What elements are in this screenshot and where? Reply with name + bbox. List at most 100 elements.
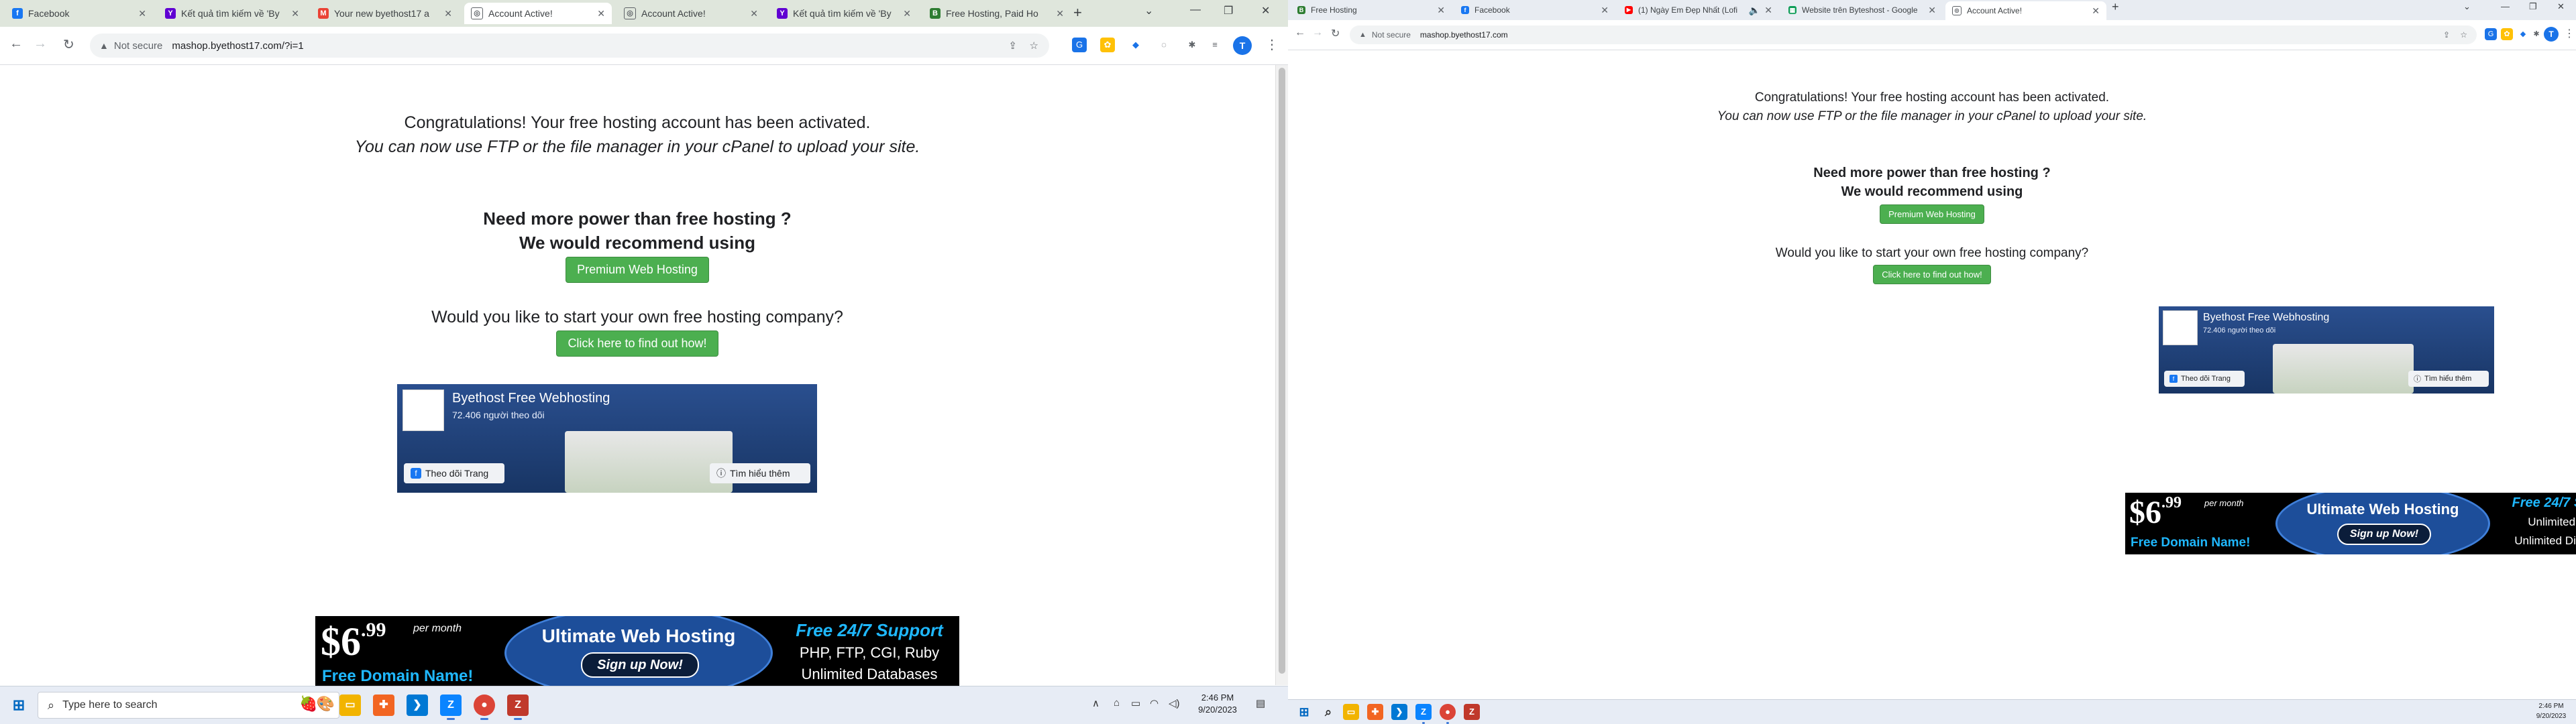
- url-text[interactable]: mashop.byethost17.com/?i=1: [172, 40, 303, 52]
- tab-youtube[interactable]: ▶ (1) Ngày Em Đẹp Nhất (Lofi 🔈 ✕: [1618, 1, 1779, 19]
- tab-facebook[interactable]: f Facebook ✕: [5, 3, 153, 24]
- search-icon[interactable]: ⌕: [1318, 701, 1339, 723]
- facebook-page-plugin[interactable]: Byethost Free Webhosting 72.406 người th…: [397, 384, 817, 493]
- close-icon[interactable]: ✕: [1437, 5, 1445, 16]
- close-icon[interactable]: ✕: [1764, 5, 1772, 16]
- tab-gmail[interactable]: M Your new byethost17 a ✕: [311, 3, 459, 24]
- not-secure-label[interactable]: Not secure: [114, 40, 163, 52]
- vscode-icon[interactable]: ❯: [1391, 704, 1407, 720]
- close-icon[interactable]: ✕: [2092, 5, 2100, 17]
- tray-battery-icon[interactable]: ▭: [1131, 697, 1140, 709]
- vscode-icon[interactable]: ❯: [407, 695, 428, 716]
- tab-search-icon[interactable]: ⌄: [1144, 4, 1153, 17]
- window-close-icon[interactable]: ✕: [2557, 1, 2565, 12]
- scrollbar-thumb[interactable]: [1279, 68, 1285, 674]
- tab-free-hosting[interactable]: B Free Hosting ✕: [1291, 1, 1452, 19]
- file-explorer-icon[interactable]: ▭: [1343, 704, 1359, 720]
- media-control-icon[interactable]: ≡: [1208, 38, 1222, 52]
- hosting-banner-ad[interactable]: $6.99 per month Free Domain Name! Ultima…: [315, 616, 959, 690]
- taskbar-search-box[interactable]: ⌕ Type here to search 🍓🎨: [38, 692, 339, 719]
- tab-account-active[interactable]: ◎ Account Active! ✕: [464, 3, 612, 24]
- filezilla-icon[interactable]: Z: [1464, 704, 1480, 720]
- minimize-icon[interactable]: —: [2501, 1, 2510, 11]
- extensions-puzzle-icon[interactable]: ✱: [1185, 38, 1199, 52]
- fb-page-title[interactable]: Byethost Free Webhosting: [2203, 312, 2329, 324]
- chrome-icon[interactable]: ●: [474, 695, 495, 720]
- forward-icon[interactable]: →: [1312, 27, 1323, 39]
- close-icon[interactable]: ✕: [291, 8, 299, 19]
- file-explorer-icon[interactable]: ▭: [339, 695, 361, 716]
- extension-icon[interactable]: ✿: [2501, 28, 2513, 40]
- facebook-page-plugin[interactable]: Byethost Free Webhosting 72.406 người th…: [2159, 306, 2494, 394]
- chrome-icon[interactable]: ●: [1440, 704, 1456, 724]
- ad-signup-button[interactable]: Sign up Now!: [581, 652, 699, 678]
- back-icon[interactable]: ←: [1295, 27, 1305, 39]
- close-icon[interactable]: ✕: [750, 8, 758, 19]
- new-tab-button[interactable]: +: [2112, 0, 2119, 14]
- windows-start-icon[interactable]: ⊞: [8, 695, 30, 716]
- search-highlight-icon[interactable]: 🍓🎨: [299, 695, 335, 713]
- forward-icon[interactable]: →: [34, 36, 47, 52]
- taskbar-clock[interactable]: 2:46 PM 9/20/2023: [2529, 701, 2573, 721]
- extension-icon[interactable]: ◆: [1128, 38, 1143, 52]
- windows-start-icon[interactable]: ⊞: [1293, 701, 1315, 723]
- extension-icon[interactable]: ◆: [2517, 28, 2529, 40]
- filezilla-icon[interactable]: Z: [507, 695, 529, 720]
- not-secure-label[interactable]: Not secure: [1372, 30, 1411, 40]
- profile-avatar[interactable]: T: [1233, 36, 1252, 55]
- close-icon[interactable]: ✕: [138, 8, 146, 19]
- fb-learn-more-button[interactable]: ⓘ Tìm hiểu thêm: [710, 463, 810, 483]
- tab-search-icon[interactable]: ⌄: [2463, 1, 2471, 12]
- tab-free-hosting[interactable]: B Free Hosting, Paid Ho ✕: [923, 3, 1071, 24]
- tray-wifi-icon[interactable]: ◠: [1150, 697, 1159, 709]
- fb-page-title[interactable]: Byethost Free Webhosting: [452, 391, 610, 406]
- find-out-button[interactable]: Click here to find out how!: [1873, 265, 1991, 284]
- reload-icon[interactable]: ↻: [63, 36, 74, 53]
- back-icon[interactable]: ←: [9, 36, 23, 52]
- app-orange-icon[interactable]: ✚: [373, 695, 394, 716]
- zalo-icon[interactable]: Z: [440, 695, 462, 720]
- close-icon[interactable]: ✕: [1928, 5, 1936, 16]
- url-text[interactable]: mashop.byethost17.com: [1420, 30, 1508, 40]
- tab-account-active[interactable]: ◎ Account Active! ✕: [1945, 1, 2106, 20]
- share-icon[interactable]: ⇪: [2443, 30, 2450, 40]
- warning-icon[interactable]: ▲: [99, 40, 109, 51]
- address-bar[interactable]: ▲ Not secure mashop.byethost17.com/?i=1 …: [90, 34, 1049, 58]
- window-close-icon[interactable]: ✕: [1261, 4, 1270, 17]
- tab-facebook[interactable]: f Facebook ✕: [1454, 1, 1615, 19]
- maximize-icon[interactable]: ❐: [1224, 4, 1233, 17]
- tab-yahoo-search-2[interactable]: Y Kết quả tìm kiếm về 'By ✕: [770, 3, 918, 24]
- close-icon[interactable]: ✕: [903, 8, 911, 19]
- maximize-icon[interactable]: ❐: [2529, 1, 2537, 12]
- menu-dots-icon[interactable]: ⋮: [1265, 36, 1279, 53]
- taskbar-clock[interactable]: 2:46 PM 9/20/2023: [1187, 692, 1248, 716]
- hosting-banner-ad[interactable]: $6.99 per month Free Domain Name! Ultima…: [2125, 493, 2576, 554]
- page-scrollbar[interactable]: [1275, 65, 1288, 685]
- speaker-icon[interactable]: 🔈: [1749, 5, 1760, 16]
- find-out-button[interactable]: Click here to find out how!: [556, 330, 718, 357]
- extension-icon[interactable]: ◌: [1157, 38, 1171, 52]
- close-icon[interactable]: ✕: [1056, 8, 1064, 19]
- translate-extension-icon[interactable]: G: [1072, 38, 1087, 52]
- tab-account-active-2[interactable]: ◎ Account Active! ✕: [617, 3, 765, 24]
- close-icon[interactable]: ✕: [444, 8, 452, 19]
- ad-signup-button[interactable]: Sign up Now!: [2337, 524, 2431, 545]
- warning-icon[interactable]: ▲: [1359, 31, 1366, 39]
- app-orange-icon[interactable]: ✚: [1367, 704, 1383, 720]
- new-tab-button[interactable]: +: [1073, 4, 1082, 21]
- tray-network-icon[interactable]: ⌂: [1114, 697, 1120, 709]
- premium-hosting-button[interactable]: Premium Web Hosting: [1880, 204, 1984, 224]
- extension-icon[interactable]: ✿: [1100, 38, 1115, 52]
- minimize-icon[interactable]: —: [1190, 4, 1201, 16]
- premium-hosting-button[interactable]: Premium Web Hosting: [566, 257, 709, 283]
- profile-avatar[interactable]: T: [2544, 27, 2559, 42]
- fb-follow-button[interactable]: f Theo dõi Trang: [404, 463, 504, 483]
- tab-yahoo-search[interactable]: Y Kết quả tìm kiếm về 'By ✕: [158, 3, 306, 24]
- address-bar[interactable]: ▲ Not secure mashop.byethost17.com ⇪ ☆: [1350, 25, 2477, 44]
- close-icon[interactable]: ✕: [597, 8, 605, 19]
- fb-follow-button[interactable]: f Theo dõi Trang: [2164, 371, 2245, 387]
- page-thumbnail[interactable]: [2163, 310, 2198, 345]
- reload-icon[interactable]: ↻: [1331, 27, 1340, 40]
- bookmark-star-icon[interactable]: ☆: [1030, 40, 1038, 52]
- tray-volume-icon[interactable]: ◁): [1169, 697, 1180, 709]
